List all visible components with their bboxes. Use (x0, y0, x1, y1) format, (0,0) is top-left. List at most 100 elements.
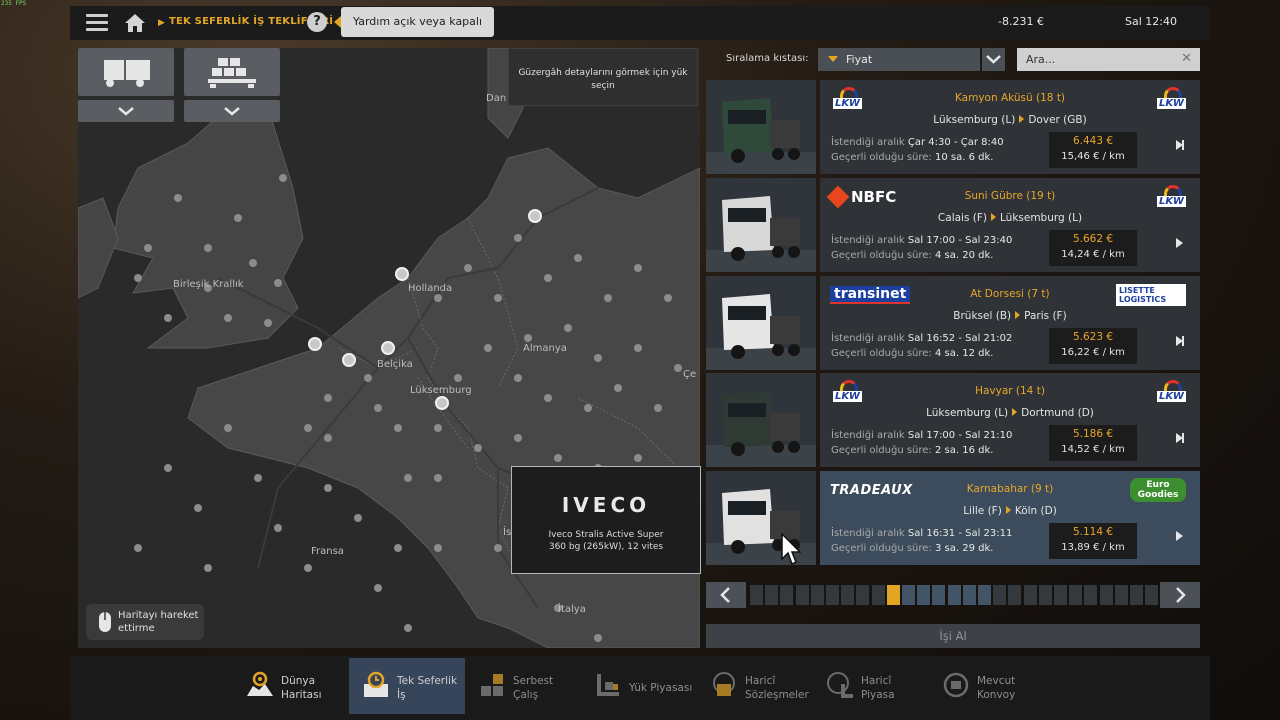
job-offer-details: NBFC LKW Suni Gübre (19 t) Calais (F) Lüksem… (820, 178, 1200, 272)
map-label-at: İs (503, 527, 512, 538)
truck-model: Iveco Stralis Active Super (548, 530, 664, 540)
pager-segment[interactable] (1038, 585, 1052, 605)
skip-icon (1182, 433, 1184, 443)
skip-icon (1182, 140, 1184, 150)
pager-segment[interactable] (1023, 585, 1037, 605)
pager-segment[interactable] (856, 585, 870, 605)
pager-segment[interactable] (1130, 585, 1143, 605)
cargo-name: Havyar (14 t) (975, 385, 1045, 397)
sort-select[interactable]: Fiyat (818, 48, 980, 71)
route-arrow-icon (991, 213, 996, 221)
cargo-name: Suni Gübre (19 t) (964, 190, 1056, 202)
sort-dropdown-button[interactable] (982, 48, 1005, 71)
chevron-down-icon (224, 107, 240, 116)
clear-search-icon[interactable]: ✕ (1181, 51, 1192, 66)
mouse-cursor-icon (781, 532, 802, 571)
nav-external-contracts[interactable]: Haricî Sözleşmeler (697, 658, 813, 714)
destination-city: Dortmund (D) (1021, 407, 1094, 419)
nav-label: Haricî Piyasa (861, 675, 895, 701)
accept-job-button[interactable]: İşi Al (706, 624, 1200, 648)
pager-segment[interactable] (1084, 585, 1098, 605)
pager (706, 582, 1200, 608)
nav-world-map[interactable]: Dünya Haritası (233, 658, 349, 714)
pager-segment[interactable] (978, 585, 991, 605)
cargo-filter-dropdown[interactable] (184, 100, 280, 122)
nav-external-market[interactable]: Haricî Piyasa (813, 658, 929, 714)
nav-single-job[interactable]: Tek Seferlik İş (349, 658, 465, 714)
money-balance: -8.231 € (998, 15, 1044, 28)
menu-icon[interactable] (86, 14, 108, 32)
pager-segment[interactable] (826, 585, 839, 605)
pager-segment[interactable] (750, 585, 763, 605)
pager-segment[interactable] (871, 585, 885, 605)
job-price-box: 6.443 € 15,46 € / km (1049, 132, 1137, 168)
pager-segment[interactable] (841, 585, 855, 605)
map-label-uk: Birleşik Krallık (173, 279, 244, 290)
job-offer-row[interactable]: LKW LKW Kamyon Aküsü (18 t) Lüksemburg (L) D… (706, 80, 1200, 174)
pager-segment[interactable] (902, 585, 915, 605)
prev-page-button[interactable] (706, 582, 746, 608)
job-offer-row[interactable]: transinet LISETTE LOGISTICS At Dorsesi (7 … (706, 276, 1200, 370)
destination-city: Lüksemburg (L) (1000, 212, 1083, 224)
help-tooltip: Yardım açık veya kapalı (333, 7, 495, 37)
job-offer-row[interactable]: LKW LKW Havyar (14 t) Lüksemburg (L) Dortmun… (706, 373, 1200, 467)
truck-image-icon (706, 373, 816, 467)
offer-validity-value: 10 sa. 6 dk. (935, 152, 994, 163)
truck-icon (104, 60, 150, 87)
job-price: 5.662 € (1072, 233, 1114, 245)
pager-segment[interactable] (795, 585, 809, 605)
pager-segment[interactable] (780, 585, 794, 605)
home-icon[interactable] (124, 13, 146, 33)
map-label-nl: Hollanda (408, 283, 453, 294)
pager-segment[interactable] (1114, 585, 1128, 605)
truck-filter-button[interactable] (78, 48, 174, 96)
open-job-arrow-icon[interactable] (1176, 531, 1183, 541)
pager-segment[interactable] (1145, 585, 1159, 605)
origin-city: Calais (F) (937, 212, 987, 224)
offer-validity: Geçerli olduğu süre: 4 sa. 20 dk. (831, 250, 994, 261)
pager-segment-current[interactable] (886, 585, 900, 605)
pager-segment[interactable] (932, 585, 946, 605)
offer-validity: Geçerli olduğu süre: 4 sa. 12 dk. (831, 348, 994, 359)
pager-segment[interactable] (1099, 585, 1113, 605)
route-arrow-icon (1019, 115, 1025, 123)
nav-convoy[interactable]: Mevcut Konvoy (929, 658, 1045, 714)
pager-segment[interactable] (1069, 585, 1083, 605)
freight-boxes-icon (481, 674, 503, 696)
nav-label: Dünya Haritası (281, 675, 322, 701)
map-label-lu: Lüksemburg (410, 385, 472, 396)
delivery-window: İstendiği aralık Çar 4:30 - Çar 8:40 (831, 137, 1004, 148)
job-offer-row[interactable]: NBFC LKW Suni Gübre (19 t) Calais (F) Lüksem… (706, 178, 1200, 272)
nav-cargo-market[interactable]: Yük Piyasası (581, 658, 697, 714)
job-price-box: 5.186 € 14,52 € / km (1049, 425, 1137, 461)
truck-filter-dropdown[interactable] (78, 100, 174, 122)
cargo-market-icon (597, 674, 619, 696)
next-page-button[interactable] (1160, 582, 1200, 608)
truck-engine: 360 bg (265kW), 12 vites (548, 542, 664, 552)
open-job-arrow-icon[interactable] (1176, 238, 1183, 248)
external-contracts-icon (713, 672, 735, 696)
pager-segment[interactable] (962, 585, 976, 605)
pager-segment[interactable] (765, 585, 779, 605)
pager-segment[interactable] (993, 585, 1007, 605)
truck-thumbnail (706, 178, 816, 272)
fps-counter: 235 FPS (1, 0, 27, 7)
help-button[interactable]: ? (307, 12, 327, 32)
pager-segment[interactable] (810, 585, 824, 605)
nav-freelance[interactable]: Serbest Çalış (465, 658, 581, 714)
offer-validity-value: 3 sa. 29 dk. (935, 543, 994, 554)
job-route: Lüksemburg (L) Dortmund (D) (820, 407, 1200, 419)
cargo-filter-button[interactable] (184, 48, 280, 96)
pager-segment[interactable] (917, 585, 931, 605)
pager-segment[interactable] (1054, 585, 1067, 605)
destination-city: Dover (GB) (1028, 114, 1087, 126)
delivery-window-value: Sal 17:00 - Sal 23:40 (907, 235, 1013, 246)
pager-segment[interactable] (947, 585, 961, 605)
offer-validity-value: 4 sa. 12 dk. (935, 348, 994, 359)
pager-segment[interactable] (1008, 585, 1022, 605)
nav-label: Serbest Çalış (513, 675, 554, 701)
delivery-window-value: Sal 17:00 - Sal 21:10 (907, 430, 1013, 441)
origin-city: Lüksemburg (L) (926, 407, 1009, 419)
search-input[interactable]: Ara... ✕ (1017, 48, 1200, 71)
delivery-window: İstendiği aralık Sal 16:31 - Sal 23:11 (831, 528, 1013, 539)
